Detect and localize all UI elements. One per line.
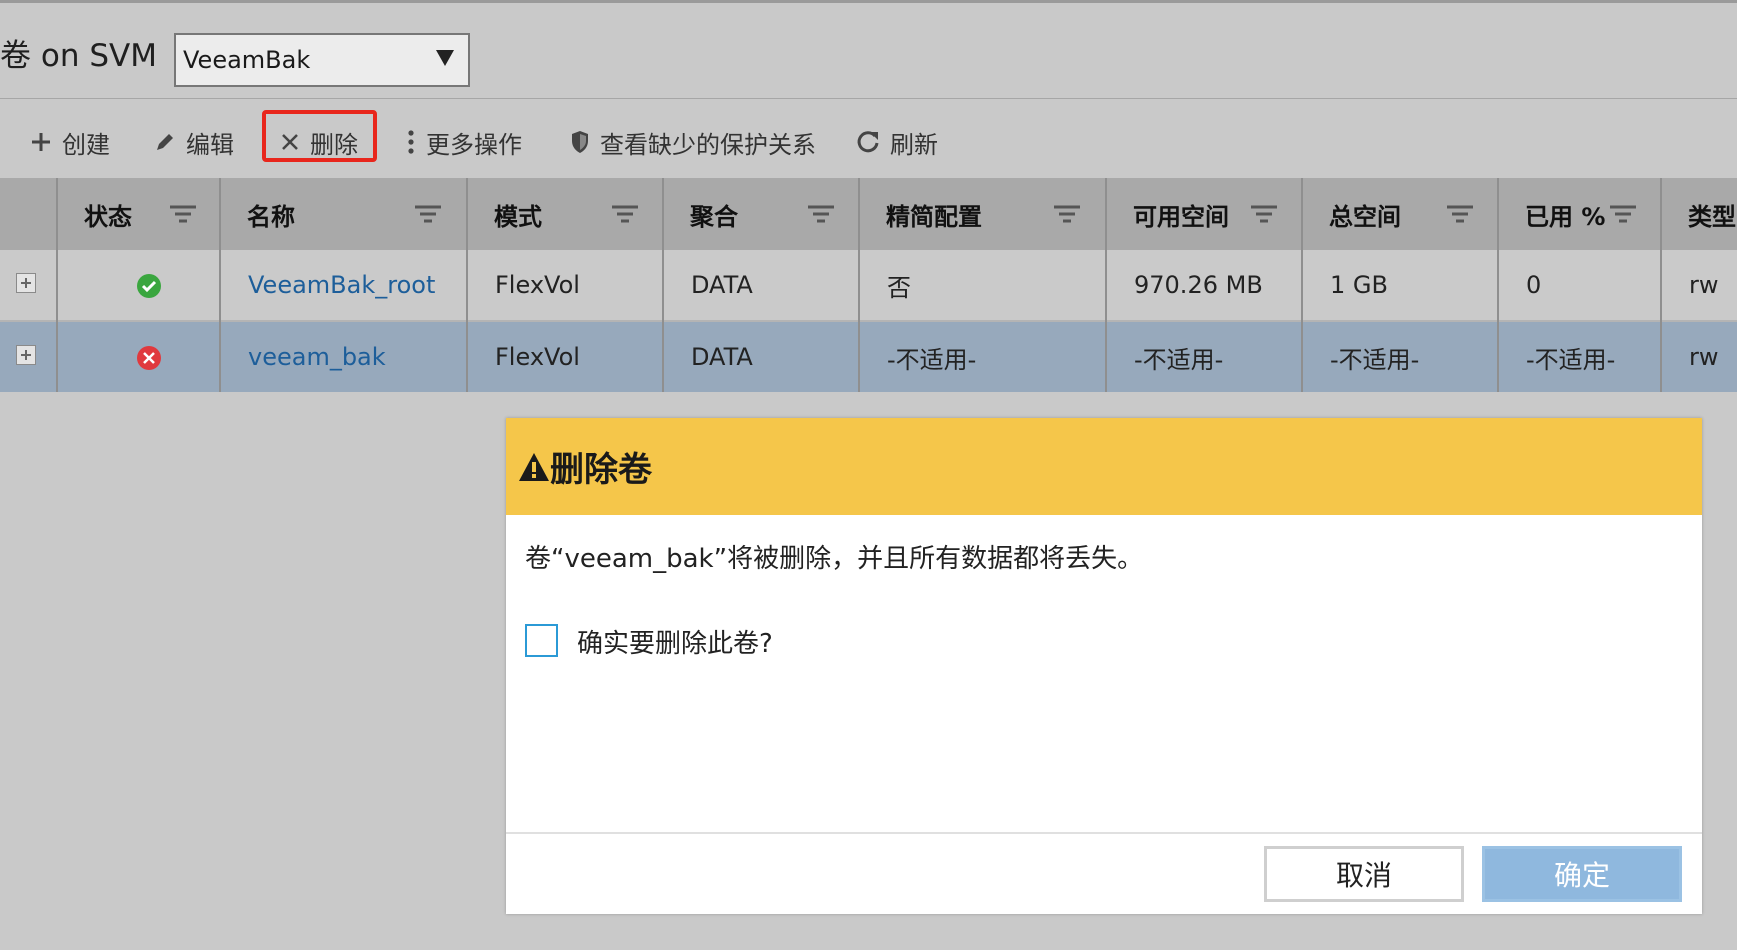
filter-icon[interactable] bbox=[170, 205, 196, 223]
column-label: 模式 bbox=[494, 202, 542, 231]
delete-volume-dialog: 删除卷 卷“veeam_bak”将被删除，并且所有数据都将丢失。 确实要删除此卷… bbox=[506, 418, 1702, 914]
refresh-icon bbox=[857, 131, 879, 153]
svm-select[interactable]: VeeamBak bbox=[174, 33, 470, 87]
column-header-type[interactable]: 类型 bbox=[1661, 178, 1737, 250]
column-divider bbox=[219, 178, 221, 392]
column-label: 可用空间 bbox=[1133, 202, 1229, 231]
plus-icon bbox=[32, 133, 50, 151]
table-row[interactable]: veeam_bak FlexVol DATA -不适用- -不适用- -不适用-… bbox=[0, 322, 1737, 392]
more-actions-button[interactable]: 更多操作 bbox=[406, 110, 522, 174]
expand-icon[interactable] bbox=[16, 273, 36, 293]
available-cell: -不适用- bbox=[1134, 345, 1224, 374]
dialog-footer-divider bbox=[506, 832, 1702, 834]
edit-label: 编辑 bbox=[186, 130, 234, 159]
svm-select-value: VeeamBak bbox=[183, 46, 311, 74]
aggregate-cell: DATA bbox=[691, 271, 753, 299]
column-divider bbox=[56, 178, 58, 392]
shield-icon bbox=[572, 131, 588, 153]
column-divider bbox=[662, 178, 664, 392]
top-border bbox=[0, 0, 1737, 3]
table-header: 状态 名称 模式 聚合 精简配置 可用空间 总空间 已用 % 类型 bbox=[0, 178, 1737, 250]
column-divider bbox=[858, 178, 860, 392]
aggregate-cell: DATA bbox=[691, 343, 753, 371]
column-label: 已用 % bbox=[1525, 202, 1606, 231]
expand-icon[interactable] bbox=[16, 345, 36, 365]
thin-cell: -不适用- bbox=[887, 345, 977, 374]
column-label: 聚合 bbox=[690, 202, 738, 231]
thin-cell: 否 bbox=[887, 273, 911, 302]
filter-icon[interactable] bbox=[1054, 205, 1080, 223]
column-label: 类型 bbox=[1688, 202, 1736, 231]
type-cell: rw bbox=[1689, 343, 1719, 371]
pencil-icon bbox=[157, 134, 173, 150]
table-row[interactable]: VeeamBak_root FlexVol DATA 否 970.26 MB 1… bbox=[0, 250, 1737, 322]
refresh-label: 刷新 bbox=[890, 130, 938, 159]
refresh-button[interactable]: 刷新 bbox=[856, 110, 938, 174]
filter-icon[interactable] bbox=[1610, 205, 1636, 223]
volume-name-link[interactable]: VeeamBak_root bbox=[248, 250, 435, 320]
filter-icon[interactable] bbox=[808, 205, 834, 223]
used-cell: -不适用- bbox=[1526, 345, 1616, 374]
create-button[interactable]: 创建 bbox=[30, 110, 110, 174]
dialog-title: 删除卷 bbox=[518, 442, 652, 491]
dialog-header: 删除卷 bbox=[506, 418, 1702, 515]
column-divider bbox=[1497, 178, 1499, 392]
check-circle-icon bbox=[137, 274, 161, 298]
column-label: 精简配置 bbox=[886, 202, 982, 231]
confirm-button[interactable]: 确定 bbox=[1482, 846, 1682, 902]
dialog-title-text: 删除卷 bbox=[550, 450, 652, 490]
volume-name-link[interactable]: veeam_bak bbox=[248, 322, 386, 392]
view-missing-protection-label: 查看缺少的保护关系 bbox=[600, 130, 816, 159]
page-title: 卷 on SVM bbox=[0, 38, 157, 74]
column-label: 总空间 bbox=[1329, 202, 1401, 231]
column-divider bbox=[1105, 178, 1107, 392]
toolbar: 创建 编辑 删除 更多操作 查看缺少的保护关系 刷新 bbox=[0, 110, 1737, 174]
column-divider bbox=[1660, 178, 1662, 392]
mode-cell: FlexVol bbox=[495, 271, 580, 299]
edit-button[interactable]: 编辑 bbox=[154, 110, 234, 174]
confirm-checkbox-label[interactable]: 确实要删除此卷? bbox=[577, 623, 773, 660]
more-actions-label: 更多操作 bbox=[426, 130, 522, 159]
column-label: 名称 bbox=[247, 202, 295, 231]
filter-icon[interactable] bbox=[612, 205, 638, 223]
used-cell: 0 bbox=[1526, 271, 1542, 299]
cancel-button[interactable]: 取消 bbox=[1264, 846, 1464, 902]
confirm-checkbox[interactable] bbox=[525, 624, 558, 657]
delete-highlight-box bbox=[262, 110, 377, 162]
dialog-message: 卷“veeam_bak”将被删除，并且所有数据都将丢失。 bbox=[525, 544, 1144, 574]
error-circle-icon bbox=[137, 346, 161, 370]
view-missing-protection-button[interactable]: 查看缺少的保护关系 bbox=[570, 110, 816, 174]
create-label: 创建 bbox=[62, 130, 110, 159]
more-vertical-icon bbox=[408, 130, 414, 154]
type-cell: rw bbox=[1689, 271, 1719, 299]
header-divider bbox=[0, 98, 1737, 99]
filter-icon[interactable] bbox=[1251, 205, 1277, 223]
available-cell: 970.26 MB bbox=[1134, 271, 1263, 299]
warning-icon bbox=[519, 452, 549, 481]
filter-icon[interactable] bbox=[415, 205, 441, 223]
column-label: 状态 bbox=[84, 202, 132, 231]
column-divider bbox=[466, 178, 468, 392]
chevron-down-icon bbox=[436, 50, 454, 66]
filter-icon[interactable] bbox=[1447, 205, 1473, 223]
mode-cell: FlexVol bbox=[495, 343, 580, 371]
column-header-used[interactable]: 已用 % bbox=[1498, 178, 1661, 250]
total-cell: -不适用- bbox=[1330, 345, 1420, 374]
column-divider bbox=[1301, 178, 1303, 392]
total-cell: 1 GB bbox=[1330, 271, 1388, 299]
